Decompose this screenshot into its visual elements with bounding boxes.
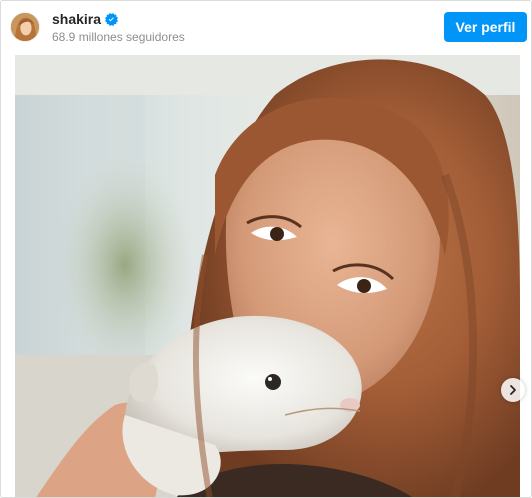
instagram-embed: shakira 68.9 millones seguidores Ver per… [0,0,532,498]
post-header: shakira 68.9 millones seguidores Ver per… [1,1,531,55]
next-photo-button[interactable] [501,378,525,402]
username[interactable]: shakira [52,11,101,27]
post-photo [15,55,520,497]
post-media[interactable] [15,55,520,497]
avatar-image [11,13,39,41]
username-row: shakira [52,11,119,27]
follower-count: 68.9 millones seguidores [52,30,185,44]
chevron-right-icon [510,385,516,395]
profile-avatar[interactable] [10,12,40,42]
verified-badge-icon [105,12,119,26]
view-profile-button[interactable]: Ver perfil [444,12,527,42]
